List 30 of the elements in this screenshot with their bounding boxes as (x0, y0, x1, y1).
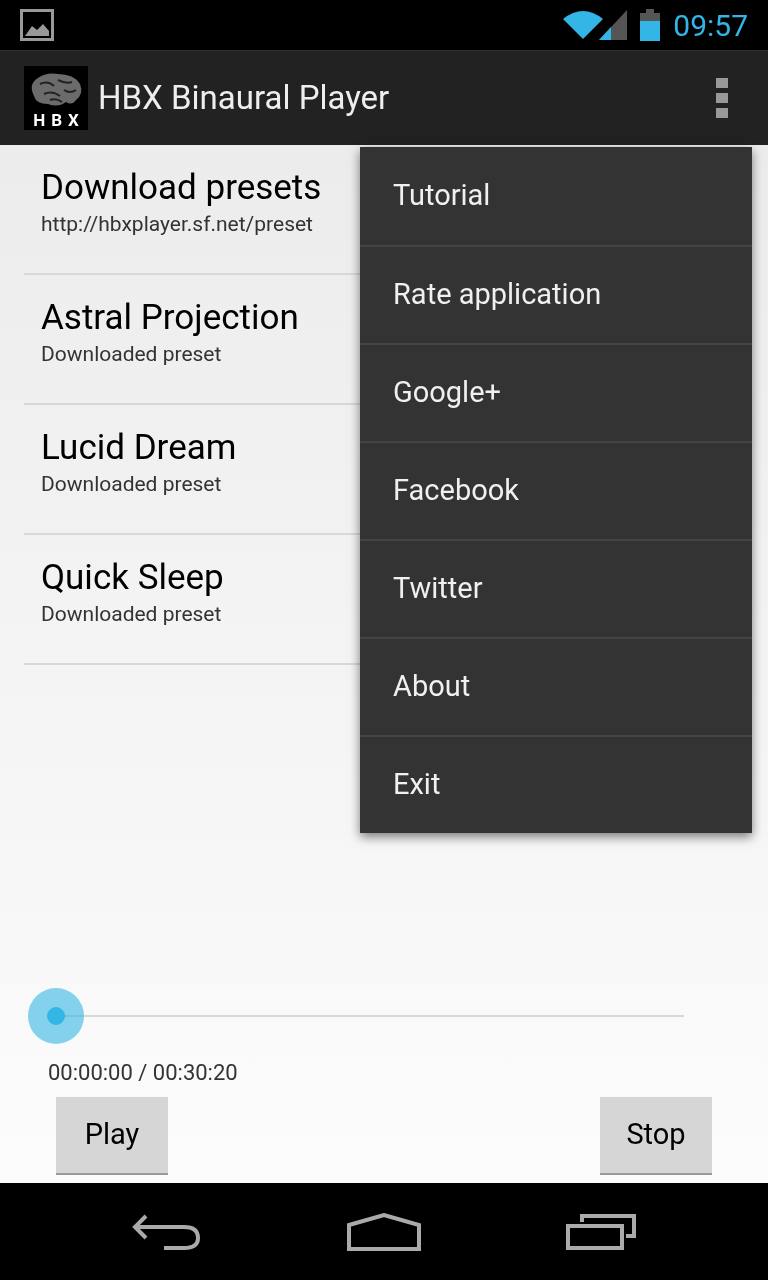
status-time: 09:57 (673, 6, 748, 45)
menu-item[interactable]: Exit (360, 735, 752, 833)
menu-item[interactable]: About (360, 637, 752, 735)
preset-subtitle: Downloaded preset (41, 471, 222, 498)
back-icon[interactable] (132, 1213, 203, 1250)
menu-item[interactable]: Facebook (360, 441, 752, 539)
preset-subtitle: Downloaded preset (41, 601, 222, 628)
seek-thumb[interactable] (28, 988, 84, 1044)
logo-text: HBX (32, 110, 85, 130)
battery-icon (639, 9, 662, 41)
wifi-icon (563, 11, 604, 39)
recent-apps-icon[interactable] (565, 1213, 636, 1250)
image-notification-icon (20, 9, 54, 41)
signal-icon (599, 10, 628, 40)
menu-item[interactable]: Rate application (360, 245, 752, 343)
menu-item[interactable]: Google+ (360, 343, 752, 441)
playback-time: 00:00:00 / 00:30:20 (48, 1059, 239, 1087)
preset-subtitle: http://hbxplayer.sf.net/preset (41, 211, 313, 238)
preset-title: Astral Projection (41, 297, 299, 339)
player-button[interactable]: Play (56, 1097, 168, 1175)
preset-title: Lucid Dream (41, 427, 237, 469)
preset-subtitle: Downloaded preset (41, 341, 222, 368)
menu-item[interactable]: Twitter (360, 539, 752, 637)
overflow-menu-icon[interactable] (716, 78, 728, 118)
menu-item[interactable]: Tutorial (360, 147, 752, 245)
app-title: HBX Binaural Player (98, 77, 390, 120)
preset-title: Quick Sleep (41, 557, 224, 599)
player-button[interactable]: Stop (600, 1097, 712, 1175)
home-icon[interactable] (347, 1212, 421, 1251)
preset-title: Download presets (41, 167, 322, 209)
